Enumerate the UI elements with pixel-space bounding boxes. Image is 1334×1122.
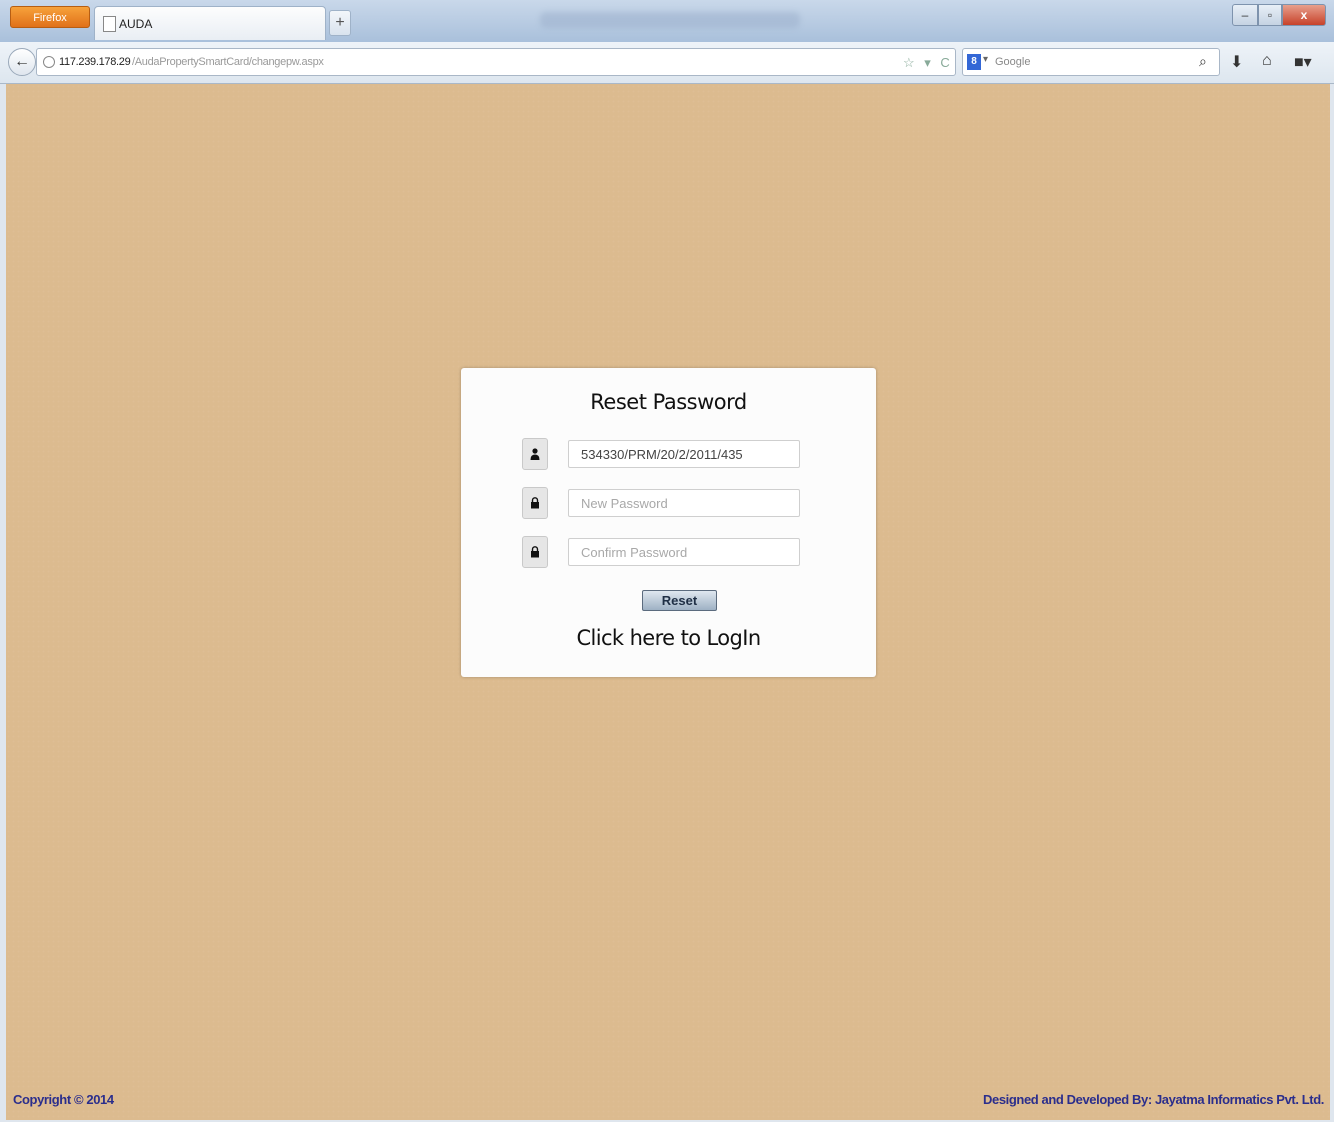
- back-arrow-icon: ←: [14, 53, 30, 70]
- new-tab-button[interactable]: +: [329, 10, 351, 36]
- page-background: Reset Password Reset Click here to LogIn…: [6, 84, 1330, 1120]
- copyright-text: Copyright © 2014: [13, 1092, 114, 1107]
- download-icon[interactable]: ⬇: [1230, 52, 1243, 72]
- reset-password-card: Reset Password Reset Click here to LogIn: [461, 368, 876, 677]
- credits-text: Designed and Developed By: Jayatma Infor…: [983, 1092, 1324, 1107]
- lock-icon: [522, 487, 548, 519]
- reset-button[interactable]: Reset: [642, 590, 717, 611]
- new-password-field[interactable]: [568, 489, 800, 517]
- back-button[interactable]: ←: [8, 48, 36, 76]
- user-icon: [522, 438, 548, 470]
- search-placeholder: Google: [995, 56, 1031, 68]
- navigation-bar: ← 117.239.178.29 /AudaPropertySmartCard/…: [0, 42, 1334, 84]
- google-icon: 8: [967, 54, 981, 70]
- username-field[interactable]: [568, 440, 800, 468]
- maximize-button[interactable]: ▫: [1258, 4, 1282, 26]
- confirm-password-row: [522, 536, 800, 568]
- tab-title: AUDA: [119, 17, 153, 31]
- bookmark-reload-icons[interactable]: ☆ ▾ C: [903, 55, 953, 71]
- window-title-blur: [540, 12, 800, 28]
- username-row: [522, 438, 800, 470]
- home-icon[interactable]: ⌂: [1262, 52, 1272, 70]
- search-icon[interactable]: ⌕: [1199, 53, 1207, 70]
- login-link[interactable]: Click here to LogIn: [461, 626, 876, 650]
- url-path: /AudaPropertySmartCard/changepw.aspx: [132, 56, 324, 68]
- address-bar[interactable]: 117.239.178.29 /AudaPropertySmartCard/ch…: [36, 48, 956, 76]
- new-password-row: [522, 487, 800, 519]
- page-icon: [103, 16, 116, 32]
- globe-icon: [43, 56, 55, 68]
- firefox-menu-button[interactable]: Firefox: [10, 6, 90, 28]
- confirm-password-field[interactable]: [568, 538, 800, 566]
- search-bar[interactable]: 8 ▾ Google ⌕: [962, 48, 1220, 76]
- url-host: 117.239.178.29: [59, 56, 131, 68]
- minimize-button[interactable]: –: [1232, 4, 1258, 26]
- search-engine-dropdown-icon[interactable]: ▾: [983, 54, 988, 65]
- page-title: Reset Password: [590, 390, 747, 414]
- close-window-button[interactable]: x: [1282, 4, 1326, 26]
- menu-icon[interactable]: ■▾: [1294, 52, 1312, 72]
- lock-icon: [522, 536, 548, 568]
- browser-tab[interactable]: AUDA: [94, 6, 326, 40]
- browser-titlebar: Firefox AUDA + – ▫ x: [0, 0, 1334, 42]
